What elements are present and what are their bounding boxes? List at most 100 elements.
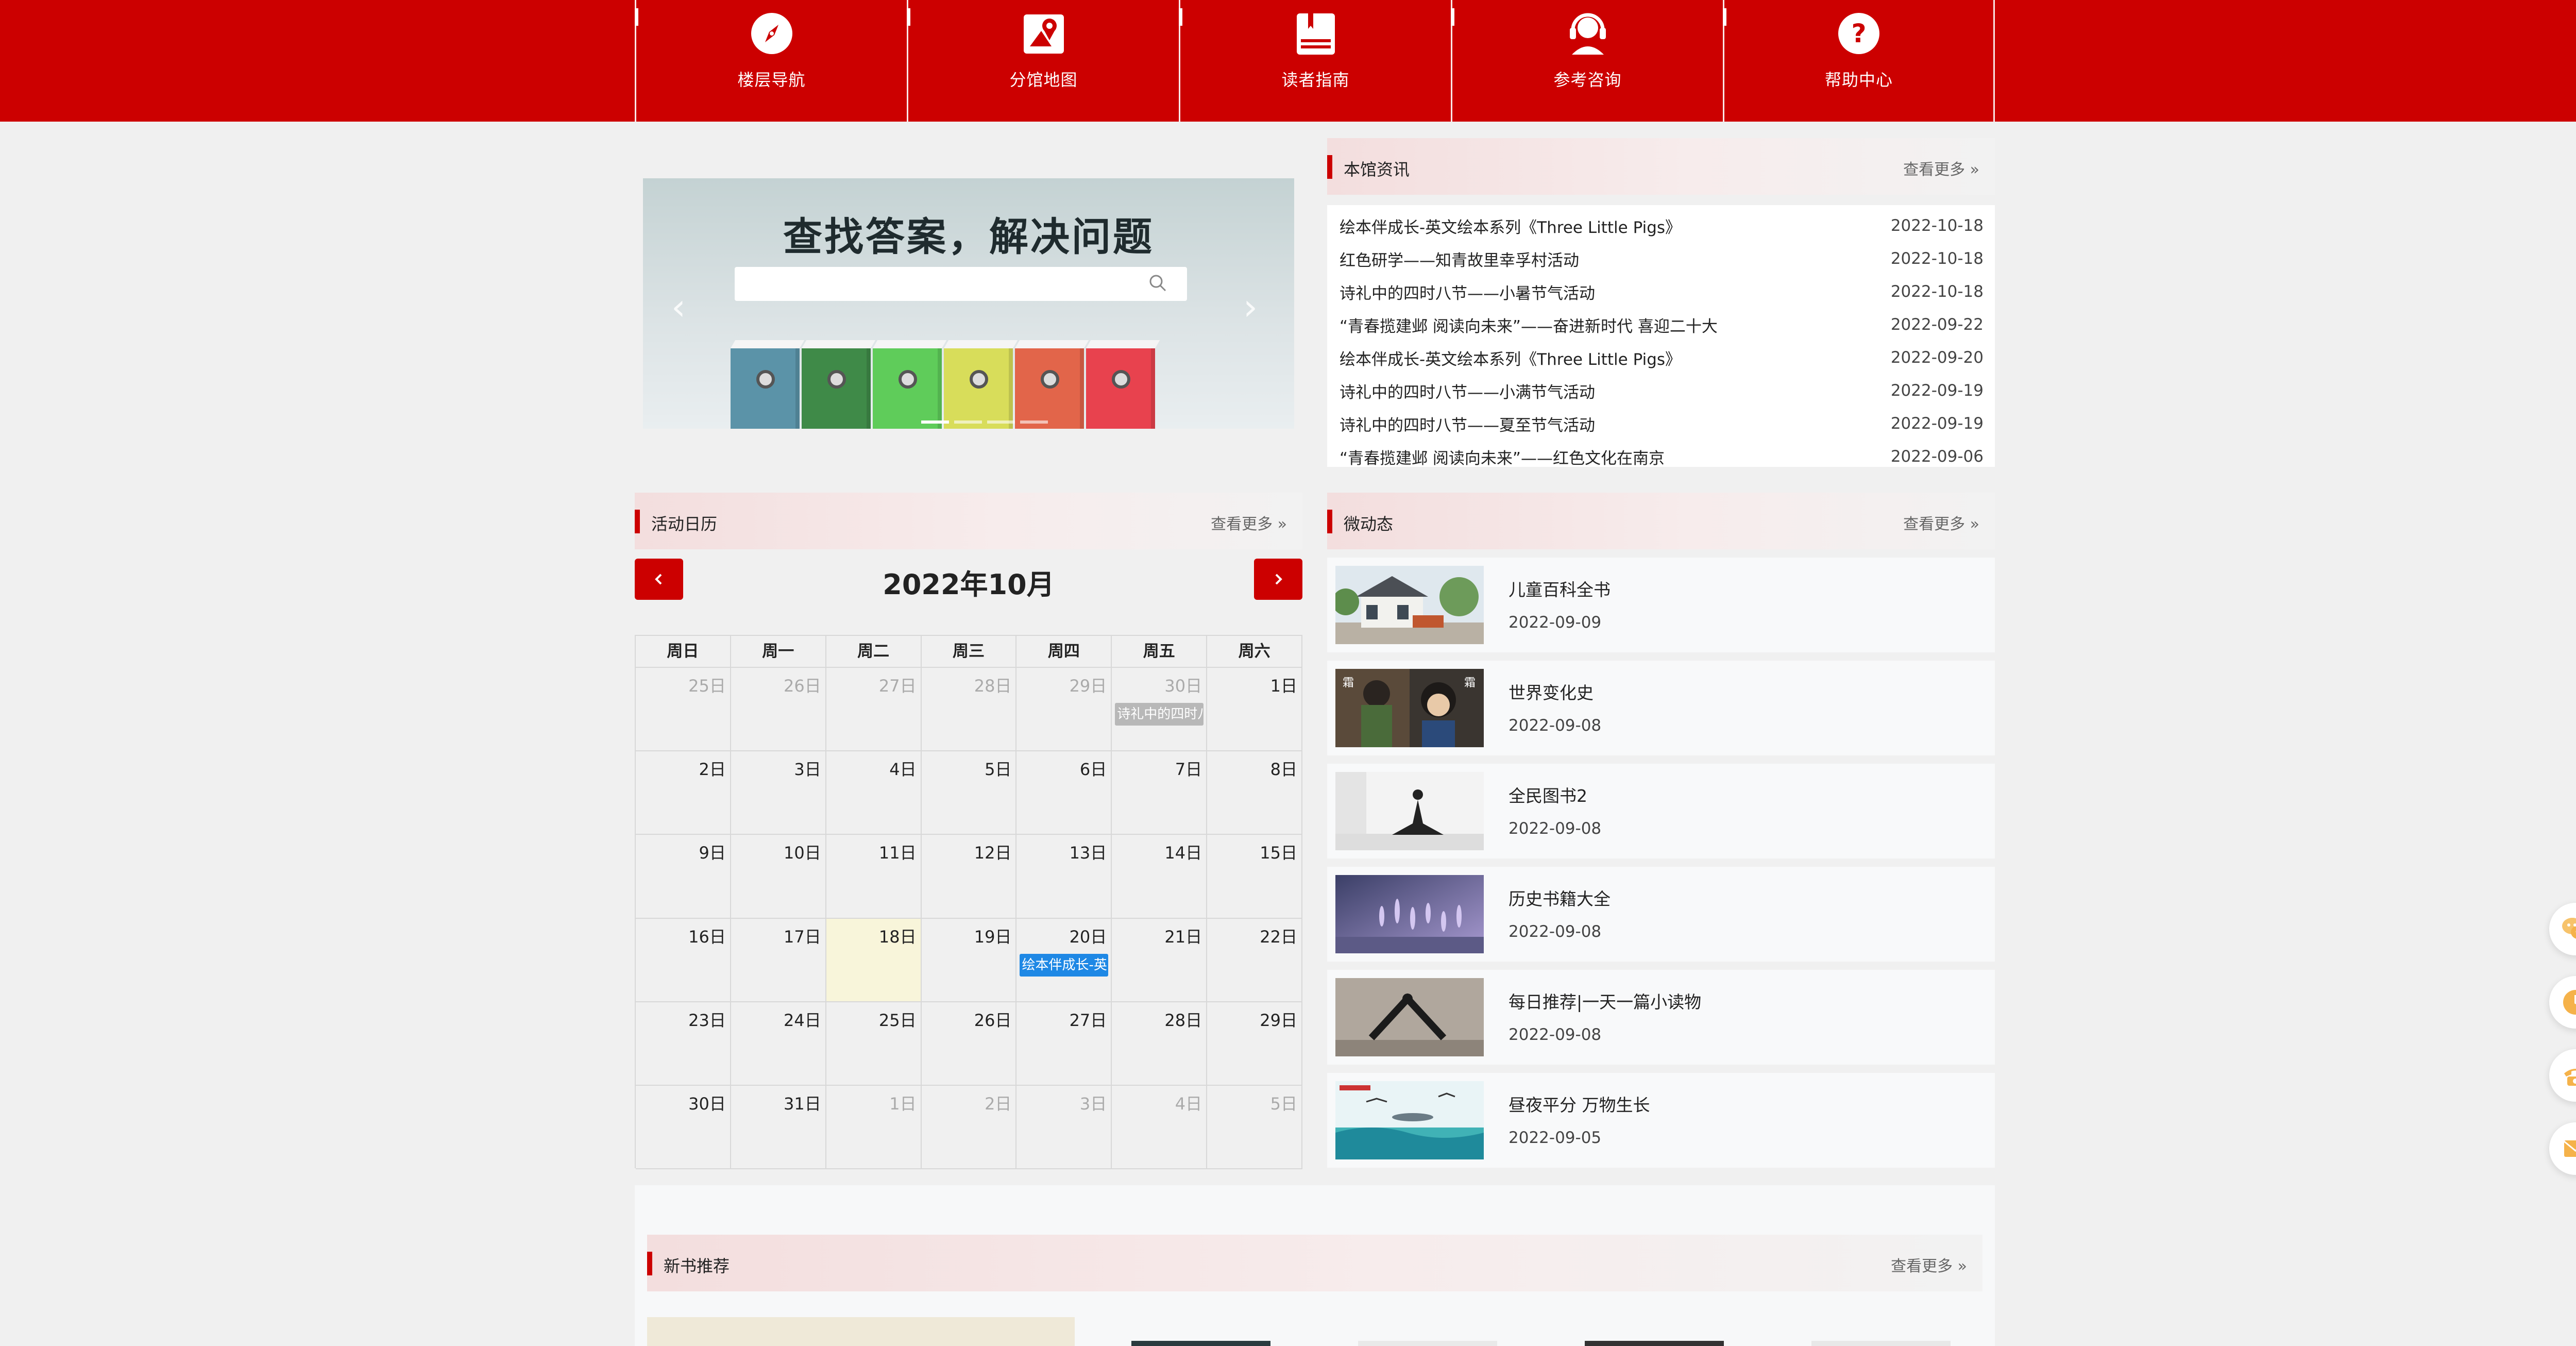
banner-search-input[interactable] (735, 267, 1187, 301)
feed-item-title[interactable]: 儿童百科全书 (1509, 576, 1611, 601)
email-button[interactable] (2549, 1122, 2576, 1175)
news-item[interactable]: 诗礼中的四时八节——夏至节气活动 2022-09-19 (1340, 407, 1984, 440)
news-item[interactable]: 绘本伴成长-英文绘本系列《Three Little Pigs》 2022-10-1… (1340, 209, 1984, 242)
calendar-day[interactable]: 1日 (1207, 668, 1303, 752)
news-item[interactable]: 红色研学——知青故里幸孚村活动 2022-10-18 (1340, 242, 1984, 275)
calendar-next-button[interactable] (1254, 559, 1302, 600)
calendar-day[interactable]: 17日 (731, 918, 826, 1002)
feed-item[interactable]: 每日推荐|一天一篇小读物 2022-09-08 (1327, 970, 1995, 1065)
hours-button[interactable] (2549, 976, 2576, 1029)
calendar-day[interactable]: 12日 (921, 835, 1017, 919)
calendar-day[interactable]: 3日 (731, 751, 826, 835)
news-item-title[interactable]: “青春揽建邺 阅读向未来”——红色文化在南京 (1340, 445, 1665, 468)
feed-item[interactable]: 儿童百科全书 2022-09-09 (1327, 558, 1995, 652)
calendar-day[interactable]: 4日 (1112, 1085, 1208, 1170)
nav-item-reference[interactable]: 参考咨询 (1451, 0, 1723, 122)
book-cover[interactable] (1131, 1341, 1270, 1346)
calendar-day[interactable]: 2日 (921, 1085, 1017, 1170)
calendar-day[interactable]: 5日 (1207, 1085, 1303, 1170)
news-item[interactable]: “青春揽建邺 阅读向未来”——红色文化在南京 2022-09-06 (1340, 440, 1984, 473)
banner-carousel[interactable]: 查找答案，解决问题 ‹ › (643, 178, 1294, 429)
calendar-day[interactable]: 1日 (826, 1085, 922, 1170)
feed-item-title[interactable]: 历史书籍大全 (1509, 885, 1611, 910)
calendar-day[interactable]: 7日 (1112, 751, 1208, 835)
calendar-day[interactable]: 15日 (1207, 835, 1303, 919)
news-item-title[interactable]: 红色研学——知青故里幸孚村活动 (1340, 247, 1579, 271)
calendar-day[interactable]: 3日 (1016, 1085, 1112, 1170)
calendar-day[interactable]: 8日 (1207, 751, 1303, 835)
calendar-day[interactable]: 27日 (1016, 1002, 1112, 1086)
calendar-day[interactable]: 21日 (1112, 918, 1208, 1002)
calendar-day[interactable]: 28日 (921, 668, 1017, 752)
calendar-more-link[interactable]: 查看更多 » (1211, 511, 1287, 534)
calendar-day[interactable]: 24日 (731, 1002, 826, 1086)
calendar-day[interactable]: 2日 (636, 751, 731, 835)
news-item-title[interactable]: 诗礼中的四时八节——小满节气活动 (1340, 379, 1595, 402)
news-item-title[interactable]: 诗礼中的四时八节——夏至节气活动 (1340, 412, 1595, 435)
calendar-day[interactable]: 26日 (921, 1002, 1017, 1086)
book-cover[interactable] (1358, 1341, 1497, 1346)
calendar-day[interactable]: 27日 (826, 668, 922, 752)
carousel-next-arrow[interactable]: › (1238, 289, 1263, 326)
nav-item-branch-map[interactable]: 分馆地图 (907, 0, 1179, 122)
nav-item-reader-guide[interactable]: 读者指南 (1179, 0, 1451, 122)
news-item-title[interactable]: “青春揽建邺 阅读向未来”——奋进新时代 喜迎二十大 (1340, 313, 1718, 336)
calendar-day[interactable]: 30日诗礼中的四时八节 (1112, 668, 1208, 752)
feed-more-link[interactable]: 查看更多 » (1903, 511, 1979, 534)
book-cover[interactable] (1585, 1341, 1724, 1346)
news-item[interactable]: 绘本伴成长-英文绘本系列《Three Little Pigs》 2022-09-2… (1340, 341, 1984, 374)
feed-item-thumbnail[interactable] (1335, 566, 1484, 644)
calendar-day[interactable]: 4日 (826, 751, 922, 835)
calendar-day-today[interactable]: 18日 (826, 918, 922, 1002)
phone-button[interactable] (2549, 1049, 2576, 1102)
calendar-day[interactable]: 25日 (826, 1002, 922, 1086)
feed-item[interactable]: 霜霜世界变化史 2022-09-08 (1327, 661, 1995, 755)
carousel-dot[interactable] (921, 420, 949, 424)
calendar-day[interactable]: 29日 (1207, 1002, 1303, 1086)
feed-item-thumbnail[interactable]: 霜霜 (1335, 669, 1484, 747)
news-item-title[interactable]: 诗礼中的四时八节——小暑节气活动 (1340, 280, 1595, 304)
nav-item-help-center[interactable]: ? 帮助中心 (1723, 0, 1995, 122)
feed-item-thumbnail[interactable] (1335, 772, 1484, 850)
feed-item[interactable]: 昼夜平分 万物生长 2022-09-05 (1327, 1073, 1995, 1168)
feed-item-title[interactable]: 每日推荐|一天一篇小读物 (1509, 988, 1701, 1013)
calendar-day[interactable]: 5日 (921, 751, 1017, 835)
calendar-day[interactable]: 19日 (921, 918, 1017, 1002)
feed-item[interactable]: 历史书籍大全 2022-09-08 (1327, 867, 1995, 962)
calendar-day[interactable]: 10日 (731, 835, 826, 919)
search-icon[interactable] (1148, 273, 1168, 296)
feed-item-thumbnail[interactable] (1335, 978, 1484, 1056)
calendar-day[interactable]: 6日 (1016, 751, 1112, 835)
news-item[interactable]: “青春揽建邺 阅读向未来”——奋进新时代 喜迎二十大 2022-09-22 (1340, 308, 1984, 341)
carousel-dot[interactable] (954, 420, 982, 424)
book-cover[interactable] (1811, 1341, 1951, 1346)
calendar-day[interactable]: 23日 (636, 1002, 731, 1086)
calendar-event[interactable]: 绘本伴成长-英 (1020, 953, 1109, 977)
calendar-day[interactable]: 11日 (826, 835, 922, 919)
calendar-day[interactable]: 13日 (1016, 835, 1112, 919)
news-item-title[interactable]: 绘本伴成长-英文绘本系列《Three Little Pigs》 (1340, 346, 1681, 369)
feed-item-title[interactable]: 昼夜平分 万物生长 (1509, 1091, 1650, 1116)
news-item[interactable]: 诗礼中的四时八节——小暑节气活动 2022-10-18 (1340, 275, 1984, 308)
feed-item-thumbnail[interactable] (1335, 875, 1484, 953)
calendar-day[interactable]: 16日 (636, 918, 731, 1002)
calendar-day[interactable]: 14日 (1112, 835, 1208, 919)
carousel-dot[interactable] (1020, 420, 1048, 424)
wechat-button[interactable] (2549, 903, 2576, 955)
calendar-day[interactable]: 20日 绘本伴成长-英 (1016, 918, 1112, 1002)
news-more-link[interactable]: 查看更多 » (1903, 157, 1979, 179)
carousel-prev-arrow[interactable]: ‹ (666, 289, 691, 326)
feed-item-title[interactable]: 世界变化史 (1509, 679, 1594, 704)
new-books-more-link[interactable]: 查看更多 » (1891, 1253, 1967, 1276)
book-cover[interactable] (647, 1317, 1075, 1346)
calendar-day[interactable]: 26日 (731, 668, 826, 752)
calendar-day[interactable]: 29日 (1016, 668, 1112, 752)
calendar-day[interactable]: 30日 (636, 1085, 731, 1170)
calendar-day[interactable]: 9日 (636, 835, 731, 919)
news-item[interactable]: 诗礼中的四时八节——小满节气活动 2022-09-19 (1340, 374, 1984, 407)
carousel-dot[interactable] (987, 420, 1015, 424)
feed-item-title[interactable]: 全民图书2 (1509, 782, 1587, 807)
feed-item[interactable]: 全民图书2 2022-09-08 (1327, 764, 1995, 859)
feed-item-thumbnail[interactable] (1335, 1081, 1484, 1159)
nav-item-floor-guide[interactable]: 楼层导航 (635, 0, 907, 122)
